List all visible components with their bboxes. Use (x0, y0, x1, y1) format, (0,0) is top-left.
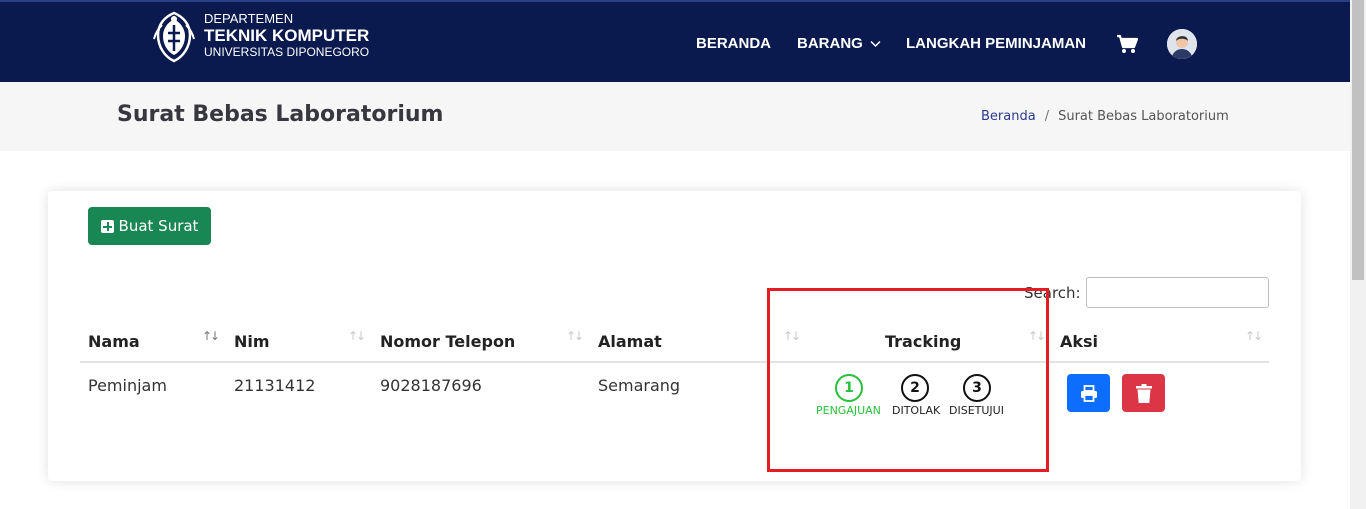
page-title: Surat Bebas Laboratorium (117, 102, 444, 127)
table-header-divider (80, 361, 1269, 363)
cell-nama: Peminjam (88, 376, 167, 395)
chevron-down-icon (870, 40, 881, 48)
cell-alamat: Semarang (598, 376, 681, 395)
column-header-alamat[interactable]: Alamat (598, 332, 662, 351)
delete-button[interactable] (1122, 374, 1165, 412)
sort-arrows-icon[interactable]: ↑↓ (566, 329, 584, 343)
print-button[interactable] (1067, 374, 1110, 412)
sort-arrows-icon[interactable]: ↑↓ (348, 329, 366, 343)
page-scrollbar[interactable] (1350, 0, 1366, 509)
create-letter-button[interactable]: Buat Surat (88, 207, 211, 245)
brand-line-1: DEPARTEMEN (204, 11, 294, 26)
sort-arrows-icon[interactable]: ↑↓ (202, 329, 220, 343)
cell-telepon: 9028187696 (380, 376, 482, 395)
column-header-nim[interactable]: Nim (234, 332, 270, 351)
printer-icon (1080, 384, 1097, 402)
column-header-nomor-telepon[interactable]: Nomor Telepon (380, 332, 515, 351)
plus-square-icon (100, 219, 114, 233)
create-letter-label: Buat Surat (118, 217, 199, 235)
scrollbar-thumb[interactable] (1352, 0, 1364, 280)
brand-line-3: UNIVERSITAS DIPONEGORO (204, 45, 370, 59)
nav-barang-dropdown[interactable]: BARANG (797, 35, 881, 52)
column-header-nama[interactable]: Nama (88, 332, 140, 351)
nav-langkah-peminjaman[interactable]: LANGKAH PEMINJAMAN (906, 35, 1086, 52)
user-avatar-icon (1167, 29, 1197, 59)
nav-beranda[interactable]: BERANDA (696, 35, 771, 52)
university-logo-icon (153, 11, 195, 63)
trash-icon (1135, 383, 1152, 403)
brand-line-2: TEKNIK KOMPUTER (204, 26, 370, 45)
breadcrumb-separator: / (1044, 109, 1050, 124)
breadcrumb-current: Surat Bebas Laboratorium (1058, 109, 1229, 124)
breadcrumb-home-link[interactable]: Beranda (981, 109, 1036, 124)
sort-arrows-icon[interactable]: ↑↓ (1245, 329, 1263, 343)
nav-barang-label: BARANG (797, 35, 863, 52)
cell-nim: 21131412 (234, 376, 316, 395)
breadcrumb: Beranda / Surat Bebas Laboratorium (981, 109, 1229, 124)
user-avatar[interactable] (1167, 29, 1197, 59)
top-navbar: DEPARTEMEN TEKNIK KOMPUTER UNIVERSITAS D… (0, 0, 1350, 82)
column-header-aksi[interactable]: Aksi (1060, 332, 1098, 351)
tracking-highlight-box (767, 288, 1049, 472)
search-input[interactable] (1086, 277, 1269, 308)
cart-icon[interactable] (1116, 34, 1138, 54)
brand-text[interactable]: DEPARTEMEN TEKNIK KOMPUTER UNIVERSITAS D… (204, 11, 370, 60)
